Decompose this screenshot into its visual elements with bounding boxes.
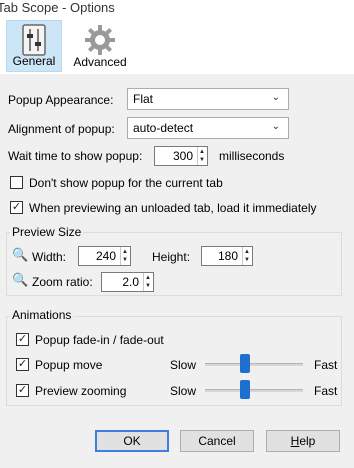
tab-general[interactable]: General: [6, 20, 62, 72]
spin-down-icon[interactable]: ▼: [244, 257, 250, 263]
move-slider-thumb[interactable]: [240, 354, 251, 373]
load-unloaded-label: When previewing an unloaded tab, load it…: [29, 201, 317, 215]
alignment-select[interactable]: auto-detect ⌄: [127, 117, 289, 139]
toolbar: General Advanced: [0, 18, 354, 74]
zoom-fast-label: Fast: [314, 384, 338, 398]
spin-down-icon[interactable]: ▼: [122, 257, 128, 263]
load-unloaded-checkbox[interactable]: ✓: [10, 201, 23, 214]
cancel-button[interactable]: Cancel: [180, 430, 254, 452]
spin-down-icon[interactable]: ▼: [199, 157, 205, 163]
fade-label: Popup fade-in / fade-out: [35, 333, 164, 347]
window-title: Tab Scope - Options: [0, 0, 115, 15]
zoom-slider-thumb[interactable]: [240, 380, 251, 399]
magnifier-icon: 🔍: [12, 247, 29, 262]
ok-label: OK: [123, 434, 141, 448]
zoom-anim-checkbox[interactable]: ✓: [16, 384, 29, 397]
zoom-ratio-value: 2.0: [122, 275, 139, 289]
spin-up-icon[interactable]: ▲: [145, 275, 151, 281]
spin-up-icon[interactable]: ▲: [244, 249, 250, 255]
spinner-buttons[interactable]: ▲ ▼: [242, 247, 252, 265]
move-checkbox[interactable]: ✓: [16, 358, 29, 371]
width-label: Width:: [32, 250, 67, 264]
cancel-label: Cancel: [198, 434, 236, 448]
chevron-down-icon: ⌄: [271, 92, 280, 103]
width-value: 240: [95, 249, 116, 263]
preview-size-title: Preview Size: [10, 225, 84, 239]
dont-show-current-label: Don't show popup for the current tab: [29, 176, 223, 190]
help-label: elp: [299, 434, 316, 448]
spinner-buttons[interactable]: ▲ ▼: [120, 247, 130, 265]
spinner-buttons[interactable]: ▲ ▼: [143, 273, 153, 291]
move-fast-label: Fast: [314, 358, 338, 372]
spin-down-icon[interactable]: ▼: [145, 283, 151, 289]
zoom-icon: 🔍: [12, 272, 29, 287]
popup-appearance-select[interactable]: Flat ⌄: [127, 88, 289, 110]
spinner-buttons[interactable]: ▲ ▼: [197, 147, 207, 165]
title-bar: Tab Scope - Options: [0, 0, 354, 18]
move-label: Popup move: [35, 358, 103, 372]
zoom-slider-track[interactable]: [205, 389, 303, 392]
alignment-label: Alignment of popup:: [8, 122, 115, 136]
animations-title: Animations: [10, 308, 74, 322]
move-slider-track[interactable]: [205, 363, 303, 366]
wait-time-label: Wait time to show popup:: [8, 149, 143, 163]
tab-advanced-label: Advanced: [73, 55, 127, 69]
wait-time-unit: milliseconds: [219, 149, 285, 163]
ok-button[interactable]: OK: [95, 430, 169, 452]
height-spinner[interactable]: 180 ▲ ▼: [201, 246, 253, 266]
tab-general-label: General: [12, 54, 56, 68]
spin-up-icon[interactable]: ▲: [199, 149, 205, 155]
zoom-ratio-spinner[interactable]: 2.0 ▲ ▼: [101, 272, 154, 292]
alignment-value: auto-detect: [133, 121, 194, 135]
chevron-down-icon: ⌄: [271, 121, 280, 132]
help-button[interactable]: Help: [266, 430, 340, 452]
fade-checkbox[interactable]: ✓: [16, 333, 29, 346]
width-spinner[interactable]: 240 ▲ ▼: [78, 246, 131, 266]
popup-appearance-value: Flat: [133, 92, 154, 106]
height-label: Height:: [152, 250, 191, 264]
general-settings-icon: [22, 24, 46, 56]
dont-show-current-checkbox[interactable]: [10, 176, 23, 189]
zoom-ratio-label: Zoom ratio:: [32, 275, 93, 289]
zoom-slow-label: Slow: [170, 384, 197, 398]
wait-time-value: 300: [172, 149, 193, 163]
gear-icon: [85, 25, 115, 55]
spin-up-icon[interactable]: ▲: [122, 249, 128, 255]
tab-advanced[interactable]: Advanced: [70, 20, 130, 72]
zoom-anim-label: Preview zooming: [35, 384, 127, 398]
wait-time-spinner[interactable]: 300 ▲ ▼: [154, 146, 208, 166]
move-slow-label: Slow: [170, 358, 197, 372]
height-value: 180: [217, 249, 238, 263]
popup-appearance-label: Popup Appearance:: [8, 93, 114, 107]
